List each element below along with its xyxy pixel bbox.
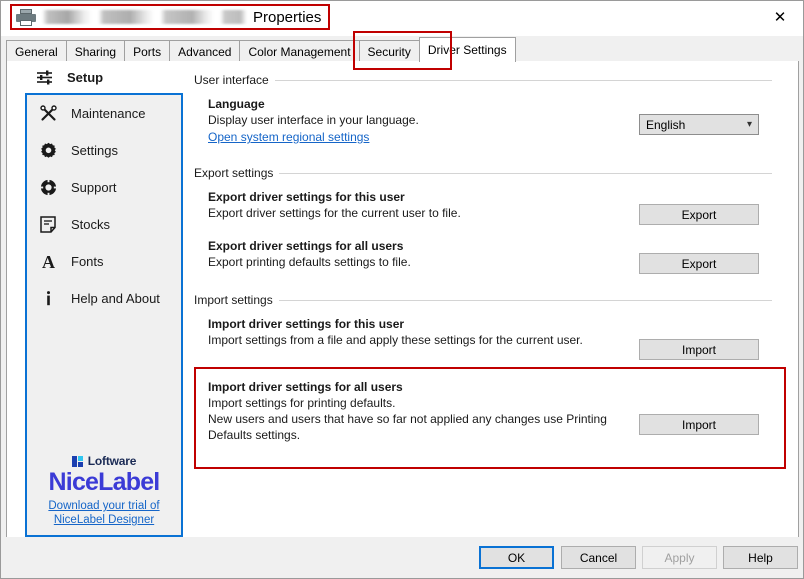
lifebuoy-icon — [37, 178, 59, 198]
sliders-icon — [33, 67, 55, 87]
tools-icon — [37, 104, 59, 124]
section-import-settings: Import settings — [194, 293, 772, 307]
trial-download-link-line2[interactable]: NiceLabel Designer — [27, 513, 181, 527]
close-icon[interactable]: ✕ — [757, 1, 803, 33]
sidebar-item-settings-label: Settings — [71, 143, 118, 158]
window-title-highlight: Properties — [10, 4, 331, 30]
title-bar: Properties ✕ — [1, 1, 803, 36]
section-user-interface-label: User interface — [194, 73, 269, 87]
tab-sharing[interactable]: Sharing — [65, 40, 126, 62]
export-all-users-desc: Export printing defaults settings to fil… — [208, 255, 411, 269]
printer-properties-window: Properties ✕ General Sharing Ports Advan… — [0, 0, 804, 579]
tab-ports[interactable]: Ports — [124, 40, 171, 62]
export-this-user-button[interactable]: Export — [639, 204, 759, 225]
sidebar-item-support-label: Support — [71, 180, 117, 195]
svg-text:A: A — [42, 253, 55, 270]
letter-a-icon: A — [37, 252, 59, 272]
gear-icon — [37, 141, 59, 161]
loftware-wordmark: Loftware — [87, 454, 137, 468]
import-all-users-desc-line2: New users and users that have so far not… — [208, 412, 607, 426]
export-all-users-button[interactable]: Export — [639, 253, 759, 274]
tab-driver-settings[interactable]: Driver Settings — [418, 37, 516, 62]
info-icon — [37, 289, 59, 309]
section-user-interface: User interface — [194, 73, 772, 87]
page-icon — [37, 215, 59, 235]
sidebar-item-maintenance-label: Maintenance — [71, 106, 146, 121]
sidebar-item-fonts-label: Fonts — [71, 254, 104, 269]
import-all-users-button[interactable]: Import — [639, 414, 759, 435]
export-this-user-group: Export driver settings for this user Exp… — [208, 189, 628, 221]
sidebar-nav-list: Maintenance Settings Support Stocks A Fo… — [25, 93, 183, 537]
language-dropdown-value: English — [646, 117, 686, 132]
language-dropdown[interactable]: English ▾ — [639, 114, 759, 135]
tab-security[interactable]: Security — [358, 40, 420, 62]
sidebar-item-setup[interactable]: Setup — [7, 61, 183, 93]
sidebar-item-settings[interactable]: Settings — [27, 132, 181, 169]
export-this-user-title: Export driver settings for this user — [208, 190, 405, 204]
tab-advanced[interactable]: Advanced — [169, 40, 241, 62]
sidebar-item-help-and-about[interactable]: Help and About — [27, 280, 181, 317]
section-export-settings: Export settings — [194, 166, 772, 180]
tab-general[interactable]: General — [6, 40, 67, 62]
ok-button[interactable]: OK — [479, 546, 554, 569]
export-all-users-group: Export driver settings for all users Exp… — [208, 238, 628, 270]
language-title: Language — [208, 97, 265, 111]
sidebar: Setup Maintenance Settings Support Stock… — [7, 61, 183, 537]
chevron-down-icon: ▾ — [746, 119, 752, 130]
window-title-text: Properties — [253, 8, 322, 26]
import-all-users-group: Import driver settings for all users Imp… — [208, 379, 618, 443]
printer-name-redacted — [42, 10, 247, 24]
section-divider — [278, 299, 772, 301]
loftware-mark-icon — [71, 455, 84, 467]
import-all-users-desc-line1: Import settings for printing defaults. — [208, 396, 396, 410]
import-all-users-title: Import driver settings for all users — [208, 380, 403, 394]
language-group: Language Display user interface in your … — [208, 96, 628, 146]
import-this-user-button[interactable]: Import — [639, 339, 759, 360]
tab-strip: General Sharing Ports Advanced Color Man… — [6, 37, 799, 62]
dialog-footer: OK Cancel Apply Help — [1, 537, 803, 578]
language-desc: Display user interface in your language. — [208, 113, 419, 127]
apply-button: Apply — [642, 546, 717, 569]
section-divider — [274, 79, 772, 81]
sidebar-item-stocks-label: Stocks — [71, 217, 111, 232]
tab-color-management[interactable]: Color Management — [239, 40, 360, 62]
cancel-button[interactable]: Cancel — [561, 546, 636, 569]
sidebar-item-help-and-about-label: Help and About — [71, 291, 160, 306]
help-button[interactable]: Help — [723, 546, 798, 569]
section-import-settings-label: Import settings — [194, 293, 273, 307]
import-this-user-title: Import driver settings for this user — [208, 317, 405, 331]
trial-download-link-line1[interactable]: Download your trial of — [27, 499, 181, 513]
main-content: User interface Language Display user int… — [185, 61, 798, 537]
open-regional-settings-link[interactable]: Open system regional settings — [208, 129, 369, 145]
content-panel: Setup Maintenance Settings Support Stock… — [6, 61, 799, 539]
export-this-user-desc: Export driver settings for the current u… — [208, 206, 461, 220]
section-export-settings-label: Export settings — [194, 166, 274, 180]
section-divider — [279, 172, 772, 174]
sidebar-item-fonts[interactable]: A Fonts — [27, 243, 181, 280]
import-this-user-group: Import driver settings for this user Imp… — [208, 316, 628, 348]
nicelabel-wordmark: NiceLabel — [48, 468, 161, 496]
branding-block: Loftware NiceLabel Download your trial o… — [27, 454, 181, 527]
sidebar-item-maintenance[interactable]: Maintenance — [27, 95, 181, 132]
sidebar-item-setup-label: Setup — [67, 69, 104, 85]
import-all-users-desc-line3: Defaults settings. — [208, 428, 301, 442]
loftware-logo: Loftware — [27, 454, 181, 468]
printer-icon — [16, 8, 36, 26]
export-all-users-title: Export driver settings for all users — [208, 239, 404, 253]
sidebar-item-support[interactable]: Support — [27, 169, 181, 206]
import-this-user-desc: Import settings from a file and apply th… — [208, 333, 583, 347]
sidebar-item-stocks[interactable]: Stocks — [27, 206, 181, 243]
